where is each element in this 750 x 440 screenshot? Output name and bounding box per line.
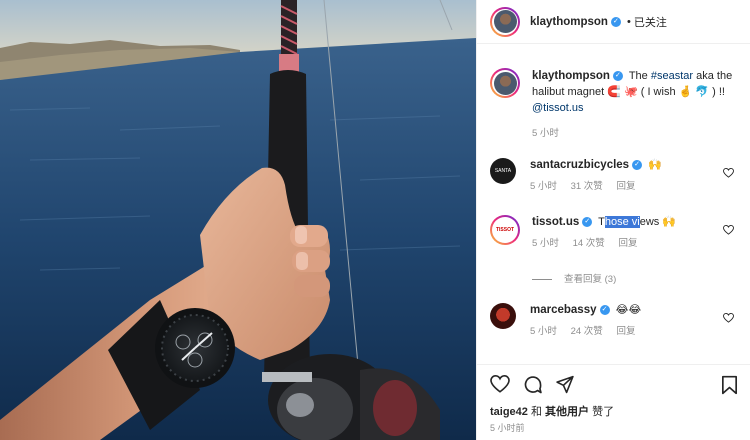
bookmark-icon[interactable] bbox=[721, 375, 738, 395]
caption-username[interactable]: klaythompson bbox=[532, 70, 610, 82]
liked-by-suffix: 赞了 bbox=[592, 406, 615, 418]
comment-text: tissot.us ✓ Those views 🙌 bbox=[532, 215, 740, 230]
selected-text: hose vi bbox=[604, 216, 640, 228]
comment-username[interactable]: santacruzbicycles bbox=[530, 159, 629, 171]
comment-icon[interactable] bbox=[523, 375, 543, 395]
comment-body: tissot.us ✓ Those views 🙌 5 小时 14 次赞 回复 bbox=[532, 215, 740, 251]
replies-divider bbox=[532, 278, 552, 280]
comment-time[interactable]: 5 小时 bbox=[530, 326, 557, 337]
post-header: klaythompson ✓ • 已关注 bbox=[477, 0, 750, 44]
verified-icon: ✓ bbox=[599, 305, 610, 316]
caption-text: klaythompson ✓ The #seastar aka the halib… bbox=[532, 68, 740, 116]
comment-avatar[interactable]: TISSOT bbox=[490, 215, 520, 245]
comment-item: SANTA CRUZ santacruzbicycles ✓ 🙌 5 小时 31 … bbox=[490, 158, 740, 200]
post-actions: taige42 和 其他用户 赞了 5 小时前 bbox=[477, 364, 750, 440]
comment-meta: 5 小时 14 次赞 回复 bbox=[532, 236, 740, 251]
comment-text: marcebassy ✓ 😂😂 bbox=[530, 303, 740, 318]
caption-time[interactable]: 5 小时 bbox=[532, 128, 559, 139]
comment-message: 😂😂 bbox=[615, 304, 642, 316]
verified-icon: ✓ bbox=[610, 16, 621, 27]
comment-username[interactable]: tissot.us bbox=[532, 216, 579, 228]
verified-icon: ✓ bbox=[632, 160, 643, 171]
comment-likes[interactable]: 24 次赞 bbox=[571, 326, 603, 337]
verified-icon: ✓ bbox=[612, 71, 623, 82]
caption-hashtag[interactable]: #seastar bbox=[651, 70, 693, 82]
liked-by: taige42 和 其他用户 赞了 bbox=[490, 403, 614, 419]
comment-likes[interactable]: 14 次赞 bbox=[573, 238, 605, 249]
comment-likes[interactable]: 31 次赞 bbox=[571, 181, 603, 192]
photo-illustration bbox=[0, 0, 476, 440]
comment-time[interactable]: 5 小时 bbox=[532, 238, 559, 249]
small-heart-icon[interactable] bbox=[723, 313, 734, 323]
reply-button[interactable]: 回复 bbox=[616, 181, 635, 192]
verified-icon: ✓ bbox=[582, 217, 593, 228]
comment-message-start: T bbox=[598, 216, 605, 228]
caption-text-before: The bbox=[628, 70, 648, 82]
comment-item: TISSOT tissot.us ✓ Those views 🙌 5 小时 14 … bbox=[490, 215, 740, 251]
view-replies-button[interactable]: 查看回复 (3) bbox=[532, 271, 616, 285]
share-icon[interactable] bbox=[555, 375, 575, 394]
caption-meta: 5 小时 bbox=[532, 126, 740, 141]
liked-by-user[interactable]: taige42 bbox=[490, 406, 528, 418]
comment-username[interactable]: marcebassy bbox=[530, 304, 597, 316]
comment-time[interactable]: 5 小时 bbox=[530, 181, 557, 192]
post-side-panel: klaythompson ✓ • 已关注 klaythompson ✓ The #… bbox=[476, 0, 750, 440]
post-photo[interactable] bbox=[0, 0, 476, 440]
comment-item: marcebassy ✓ 😂😂 5 小时 24 次赞 回复 bbox=[490, 303, 740, 339]
comment-avatar[interactable] bbox=[490, 303, 516, 329]
comment-body: santacruzbicycles ✓ 🙌 5 小时 31 次赞 回复 bbox=[530, 158, 740, 194]
caption-avatar[interactable] bbox=[490, 68, 520, 98]
reply-button[interactable]: 回复 bbox=[618, 238, 637, 249]
comment-body: marcebassy ✓ 😂😂 5 小时 24 次赞 回复 bbox=[530, 303, 740, 339]
view-replies-label[interactable]: 查看回复 (3) bbox=[564, 274, 616, 285]
liked-by-others[interactable]: 其他用户 bbox=[545, 406, 589, 418]
header-separator: • bbox=[626, 15, 631, 28]
caption: klaythompson ✓ The #seastar aka the halib… bbox=[490, 68, 740, 141]
comment-meta: 5 小时 24 次赞 回复 bbox=[530, 324, 740, 339]
heart-icon[interactable] bbox=[490, 375, 510, 393]
comment-meta: 5 小时 31 次赞 回复 bbox=[530, 179, 740, 194]
post-time-ago[interactable]: 5 小时前 bbox=[490, 421, 525, 434]
small-heart-icon[interactable] bbox=[723, 168, 734, 178]
follow-status-button[interactable]: 已关注 bbox=[634, 14, 667, 30]
comment-message-end: ews 🙌 bbox=[639, 216, 677, 228]
reply-button[interactable]: 回复 bbox=[616, 326, 635, 337]
liked-by-joiner: 和 bbox=[530, 406, 542, 418]
author-avatar[interactable] bbox=[490, 6, 520, 37]
author-username[interactable]: klaythompson bbox=[530, 16, 608, 28]
comment-message: 🙌 bbox=[648, 159, 662, 171]
caption-body: klaythompson ✓ The #seastar aka the halib… bbox=[532, 68, 740, 141]
comment-text: santacruzbicycles ✓ 🙌 bbox=[530, 158, 740, 173]
small-heart-icon[interactable] bbox=[723, 225, 734, 235]
caption-mention[interactable]: @tissot.us bbox=[532, 102, 584, 114]
post-modal: klaythompson ✓ • 已关注 klaythompson ✓ The #… bbox=[0, 0, 750, 440]
comment-avatar[interactable]: SANTA CRUZ bbox=[490, 158, 516, 200]
